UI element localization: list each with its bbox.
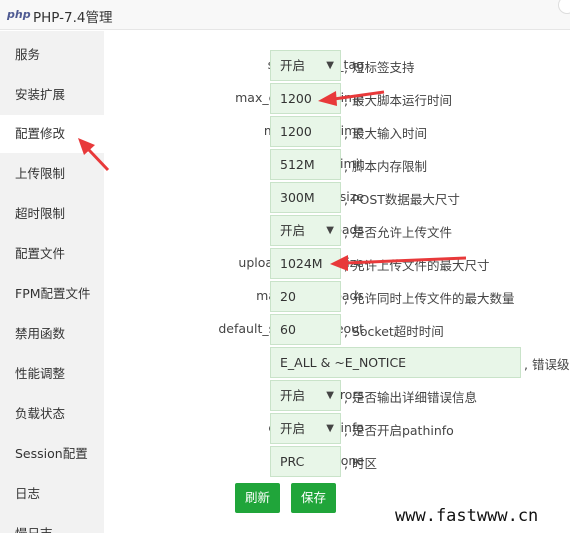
- memory-limit-input[interactable]: 512M: [270, 149, 341, 180]
- setting-row-file-uploads: file_uploads 开启 ▼ , 是否允许上传文件: [104, 214, 570, 247]
- sidebar-item-slow-log[interactable]: 慢日志: [0, 515, 104, 533]
- sidebar-item-log[interactable]: 日志: [0, 475, 104, 513]
- sidebar: 服务 安装扩展 配置修改 上传限制 超时限制 配置文件 FPM配置文件 禁用函数…: [0, 31, 104, 533]
- setting-description: , 是否输出详细错误信息: [344, 390, 477, 405]
- chevron-down-icon: ▼: [326, 390, 334, 401]
- max-input-time-input[interactable]: 1200: [270, 116, 341, 147]
- select-value: 开启: [280, 223, 306, 238]
- sidebar-item-config-file[interactable]: 配置文件: [0, 235, 104, 273]
- save-button[interactable]: 保存: [291, 483, 337, 513]
- sidebar-item-performance[interactable]: 性能调整: [0, 355, 104, 393]
- setting-row-max-execution-time: max_execution_time 1200 , 最大脚本运行时间: [104, 82, 570, 115]
- sidebar-item-config-edit[interactable]: 配置修改: [0, 115, 104, 153]
- setting-description: , 最大输入时间: [344, 126, 427, 141]
- sidebar-item-service[interactable]: 服务: [0, 36, 104, 74]
- setting-description: , 脚本内存限制: [344, 159, 427, 174]
- window-titlebar: php PHP-7.4管理: [0, 0, 570, 30]
- sidebar-item-install-extensions[interactable]: 安装扩展: [0, 76, 104, 114]
- setting-description: , Socket超时时间: [344, 324, 444, 339]
- setting-description: , 最大脚本运行时间: [344, 93, 452, 108]
- setting-row-error-reporting: error_reporting E_ALL & ~E_NOTICE , 错误级别: [104, 346, 570, 379]
- select-value: 开启: [280, 58, 306, 73]
- config-panel: short_open_tag 开启 ▼ , 短标签支持 max_executio…: [104, 31, 570, 533]
- setting-description: , 是否开启pathinfo: [344, 423, 454, 438]
- setting-row-default-socket-timeout: default_socket_timeout 60 , Socket超时时间: [104, 313, 570, 346]
- chevron-down-icon: ▼: [326, 423, 334, 434]
- error-reporting-input[interactable]: E_ALL & ~E_NOTICE: [270, 347, 521, 378]
- cgi-fix-pathinfo-select[interactable]: 开启 ▼: [270, 413, 341, 444]
- setting-description: , 时区: [344, 456, 377, 471]
- sidebar-item-timeout-limit[interactable]: 超时限制: [0, 195, 104, 233]
- max-file-uploads-input[interactable]: 20: [270, 281, 341, 312]
- sidebar-item-load-status[interactable]: 负载状态: [0, 395, 104, 433]
- short-open-tag-select[interactable]: 开启 ▼: [270, 50, 341, 81]
- setting-row-upload-max-filesize: upload_max_filesize 1024M , 允许上传文件的最大尺寸: [104, 247, 570, 280]
- max-execution-time-input[interactable]: 1200: [270, 83, 341, 114]
- chevron-down-icon: ▼: [326, 60, 334, 71]
- display-errors-select[interactable]: 开启 ▼: [270, 380, 341, 411]
- setting-row-display-errors: display_errors 开启 ▼ , 是否输出详细错误信息: [104, 379, 570, 412]
- watermark: www.fastwww.cn: [395, 506, 539, 526]
- setting-description: , POST数据最大尺寸: [344, 192, 460, 207]
- setting-description: , 允许上传文件的最大尺寸: [344, 258, 490, 273]
- setting-row-short-open-tag: short_open_tag 开启 ▼ , 短标签支持: [104, 49, 570, 82]
- sidebar-item-disabled-functions[interactable]: 禁用函数: [0, 315, 104, 353]
- window-title: PHP-7.4管理: [33, 10, 113, 26]
- select-value: 开启: [280, 421, 306, 436]
- refresh-button[interactable]: 刷新: [235, 483, 281, 513]
- upload-max-filesize-input[interactable]: 1024M: [270, 248, 341, 279]
- setting-row-date-timezone: date.timezone PRC , 时区: [104, 445, 570, 478]
- setting-row-memory-limit: memory_limit 512M , 脚本内存限制: [104, 148, 570, 181]
- select-value: 开启: [280, 388, 306, 403]
- setting-row-max-file-uploads: max_file_uploads 20 , 允许同时上传文件的最大数量: [104, 280, 570, 313]
- setting-row-max-input-time: max_input_time 1200 , 最大输入时间: [104, 115, 570, 148]
- setting-row-post-max-size: post_max_size 300M , POST数据最大尺寸: [104, 181, 570, 214]
- setting-description: , 错误级别: [524, 357, 570, 372]
- default-socket-timeout-input[interactable]: 60: [270, 314, 341, 345]
- date-timezone-input[interactable]: PRC: [270, 446, 341, 477]
- setting-description: , 允许同时上传文件的最大数量: [344, 291, 515, 306]
- sidebar-item-fpm-config[interactable]: FPM配置文件: [0, 275, 104, 313]
- chevron-down-icon: ▼: [326, 225, 334, 236]
- setting-row-cgi-fix-pathinfo: cgi.fix_pathinfo 开启 ▼ , 是否开启pathinfo: [104, 412, 570, 445]
- php-logo: php: [7, 8, 31, 21]
- setting-description: , 短标签支持: [344, 60, 415, 75]
- post-max-size-input[interactable]: 300M: [270, 182, 341, 213]
- sidebar-item-session-config[interactable]: Session配置: [0, 435, 104, 473]
- setting-description: , 是否允许上传文件: [344, 225, 452, 240]
- sidebar-item-upload-limit[interactable]: 上传限制: [0, 155, 104, 193]
- file-uploads-select[interactable]: 开启 ▼: [270, 215, 341, 246]
- window-close-button[interactable]: [558, 0, 570, 14]
